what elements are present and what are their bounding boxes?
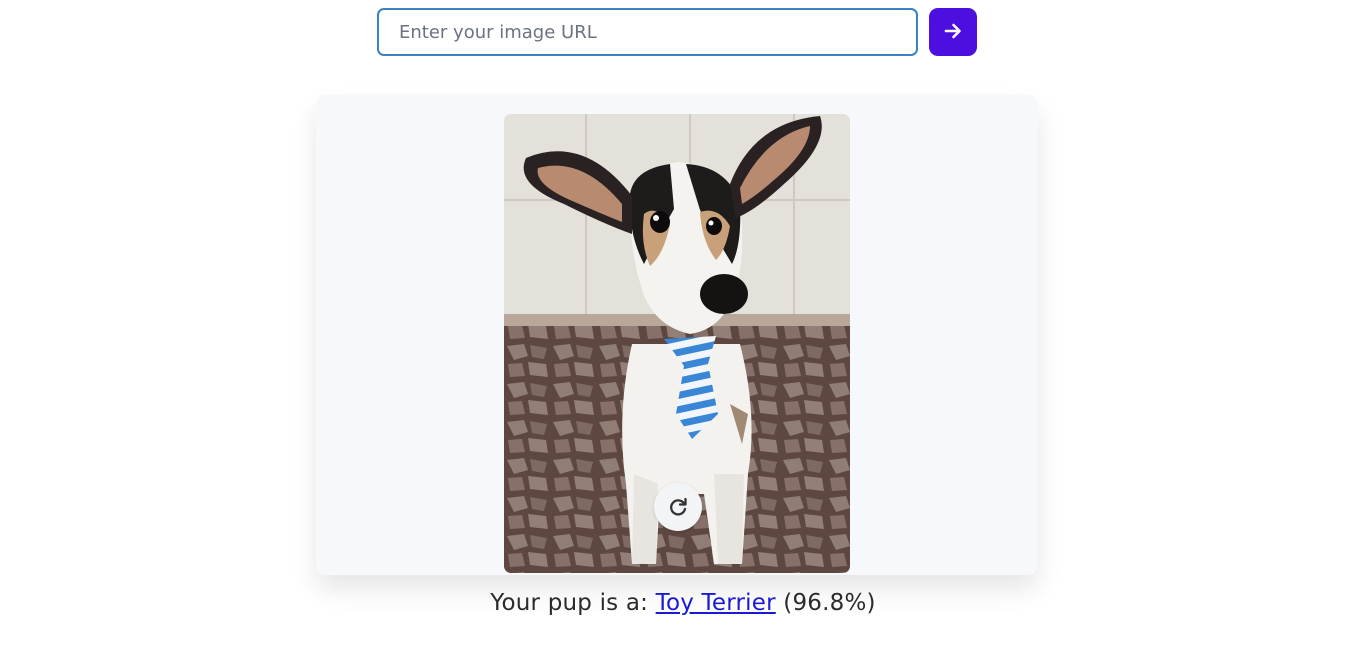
image-url-input[interactable] — [377, 8, 918, 56]
image-preview-card — [316, 95, 1038, 575]
breed-link[interactable]: Toy Terrier — [656, 590, 776, 616]
rotate-button[interactable] — [654, 483, 702, 531]
result-prefix: Your pup is a: — [490, 590, 656, 616]
prediction-result: Your pup is a: Toy Terrier (96.8%) — [0, 590, 1366, 616]
confidence-value: (96.8%) — [783, 590, 876, 616]
arrow-right-icon — [943, 21, 963, 44]
submit-url-button[interactable] — [929, 8, 977, 56]
rotate-clockwise-icon — [667, 496, 689, 518]
dog-photo — [504, 114, 850, 573]
